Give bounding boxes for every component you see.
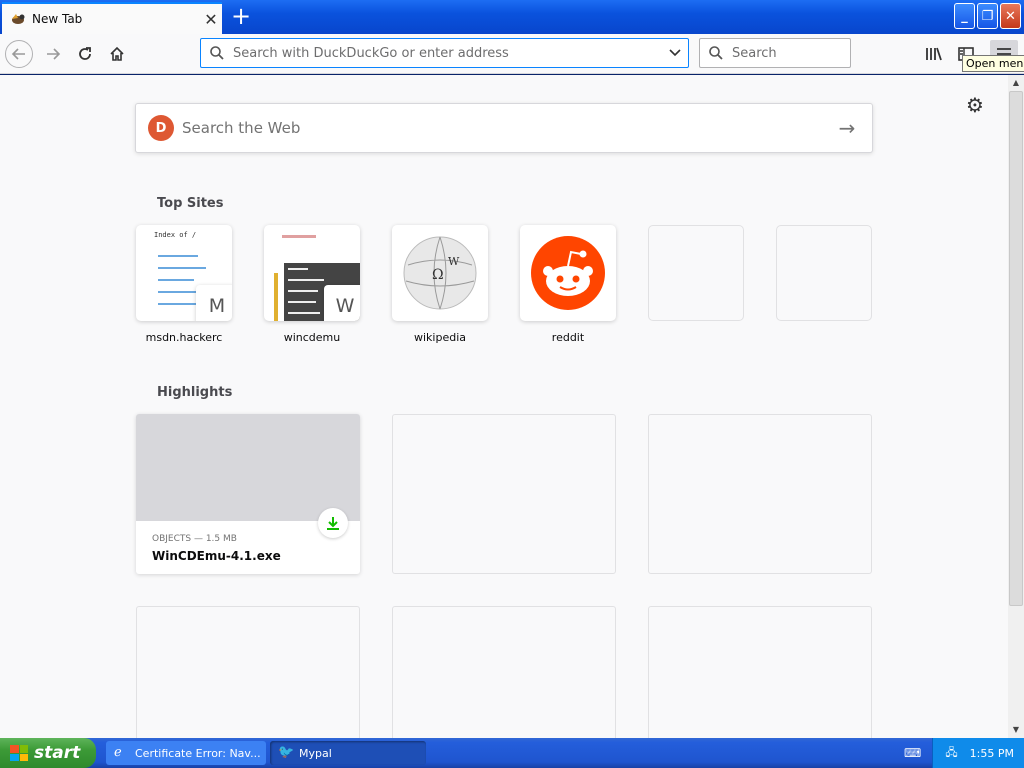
highlight-meta: OBJECTS — 1.5 MB	[152, 534, 237, 544]
address-bar[interactable]	[200, 38, 689, 68]
internet-explorer-icon: ℯ	[114, 745, 122, 760]
forward-arrow-icon	[47, 48, 61, 60]
library-icon	[926, 47, 942, 61]
home-icon	[110, 46, 124, 61]
title-bar: New Tab ✕ + _ ❐ ✕	[0, 0, 1024, 34]
minimize-button[interactable]: _	[954, 3, 975, 29]
download-icon	[318, 508, 348, 538]
top-site-reddit[interactable]: reddit	[520, 225, 616, 344]
home-button[interactable]	[103, 40, 131, 68]
close-tab-icon[interactable]: ✕	[200, 10, 222, 29]
highlight-empty-slot	[392, 606, 616, 738]
top-site-wincdemu[interactable]: W wincdemu	[264, 225, 360, 344]
highlight-empty-slot	[136, 606, 360, 738]
reload-button[interactable]	[71, 40, 99, 68]
nav-toolbar	[0, 34, 1024, 74]
system-tray: 🖧 1:55 PM	[932, 738, 1024, 768]
clock[interactable]: 1:55 PM	[970, 747, 1014, 760]
svg-text:Index of /: Index of /	[154, 231, 196, 239]
highlight-card[interactable]: OBJECTS — 1.5 MB WinCDEmu-4.1.exe	[136, 414, 360, 574]
start-button[interactable]: start	[0, 738, 96, 768]
new-tab-button[interactable]: +	[228, 4, 254, 30]
address-input[interactable]	[233, 45, 662, 61]
empty-site-placeholder	[776, 225, 872, 321]
search-icon	[210, 46, 224, 60]
open-menu-tooltip: Open menu	[962, 55, 1024, 72]
duckduckgo-logo-icon: D	[148, 115, 174, 141]
web-search-box[interactable]: D →	[135, 103, 873, 153]
highlight-filename: WinCDEmu-4.1.exe	[152, 549, 281, 563]
search-icon	[709, 46, 723, 60]
taskbar-item-mypal[interactable]: 🐦 Mypal	[270, 741, 426, 765]
wikipedia-globe-icon: Ω W	[403, 236, 477, 310]
settings-gear-icon[interactable]: ⚙	[966, 93, 984, 117]
taskbar: start ℯ Certificate Error: Nav... 🐦 Mypa…	[0, 738, 1024, 768]
windows-logo-icon	[10, 745, 28, 761]
highlight-preview	[136, 414, 360, 521]
site-label: reddit	[551, 331, 585, 344]
vertical-scrollbar[interactable]: ▲ ▼	[1008, 75, 1024, 738]
back-arrow-icon	[11, 48, 25, 60]
scrollbar-thumb[interactable]	[1009, 91, 1023, 606]
highlight-empty-slot	[648, 414, 872, 574]
site-thumbnail	[520, 225, 616, 321]
reload-icon	[79, 47, 91, 60]
top-site-empty-slot	[776, 225, 872, 321]
restore-button[interactable]: ❐	[977, 3, 998, 29]
mypal-icon: 🐦	[278, 745, 295, 760]
top-site-msdn[interactable]: Index of / M msdn.hackerc	[136, 225, 232, 344]
site-thumbnail: W	[264, 225, 360, 321]
site-initial-badge: M	[196, 285, 232, 321]
top-site-empty-slot	[648, 225, 744, 321]
site-thumbnail: Index of / M	[136, 225, 232, 321]
search-bar[interactable]	[699, 38, 851, 68]
svg-text:Ω: Ω	[432, 267, 444, 283]
forward-button[interactable]	[39, 40, 67, 68]
site-label: msdn.hackerc	[145, 331, 223, 344]
reddit-logo-icon	[531, 236, 605, 310]
site-thumbnail: Ω W	[392, 225, 488, 321]
task-label: Mypal	[299, 746, 332, 760]
task-label: Certificate Error: Nav...	[135, 746, 261, 760]
scroll-up-arrow-icon[interactable]: ▲	[1008, 75, 1024, 91]
svg-text:W: W	[448, 255, 460, 268]
highlights-heading: Highlights	[157, 385, 233, 400]
web-search-input[interactable]	[182, 119, 822, 137]
mypal-favicon-icon	[12, 14, 25, 24]
site-initial-badge: W	[324, 285, 360, 321]
taskbar-item-certificate-error[interactable]: ℯ Certificate Error: Nav...	[106, 741, 266, 765]
scroll-down-arrow-icon[interactable]: ▼	[1008, 722, 1024, 738]
close-window-button[interactable]: ✕	[1000, 3, 1021, 29]
highlight-empty-slot	[392, 414, 616, 574]
tab-title: New Tab	[32, 12, 83, 26]
top-sites-heading: Top Sites	[157, 196, 224, 211]
library-button[interactable]	[920, 40, 948, 68]
search-go-arrow-icon[interactable]: →	[822, 116, 872, 140]
back-button[interactable]	[5, 40, 33, 68]
search-input[interactable]	[732, 45, 842, 61]
site-label: wincdemu	[283, 331, 341, 344]
start-label: start	[34, 743, 81, 763]
site-label: wikipedia	[413, 331, 466, 344]
tab-new-tab[interactable]: New Tab ✕	[2, 2, 222, 34]
empty-site-placeholder	[648, 225, 744, 321]
keyboard-icon[interactable]: ⌨	[904, 746, 921, 760]
highlight-empty-slot	[648, 606, 872, 738]
new-tab-page: ⚙ D → Top Sites Index of / M msdn.hacker…	[0, 75, 1008, 738]
dropdown-chevron-icon[interactable]	[662, 46, 688, 60]
top-site-wikipedia[interactable]: Ω W wikipedia	[392, 225, 488, 344]
network-icon[interactable]: 🖧	[945, 744, 957, 763]
window-controls: _ ❐ ✕	[954, 3, 1021, 29]
